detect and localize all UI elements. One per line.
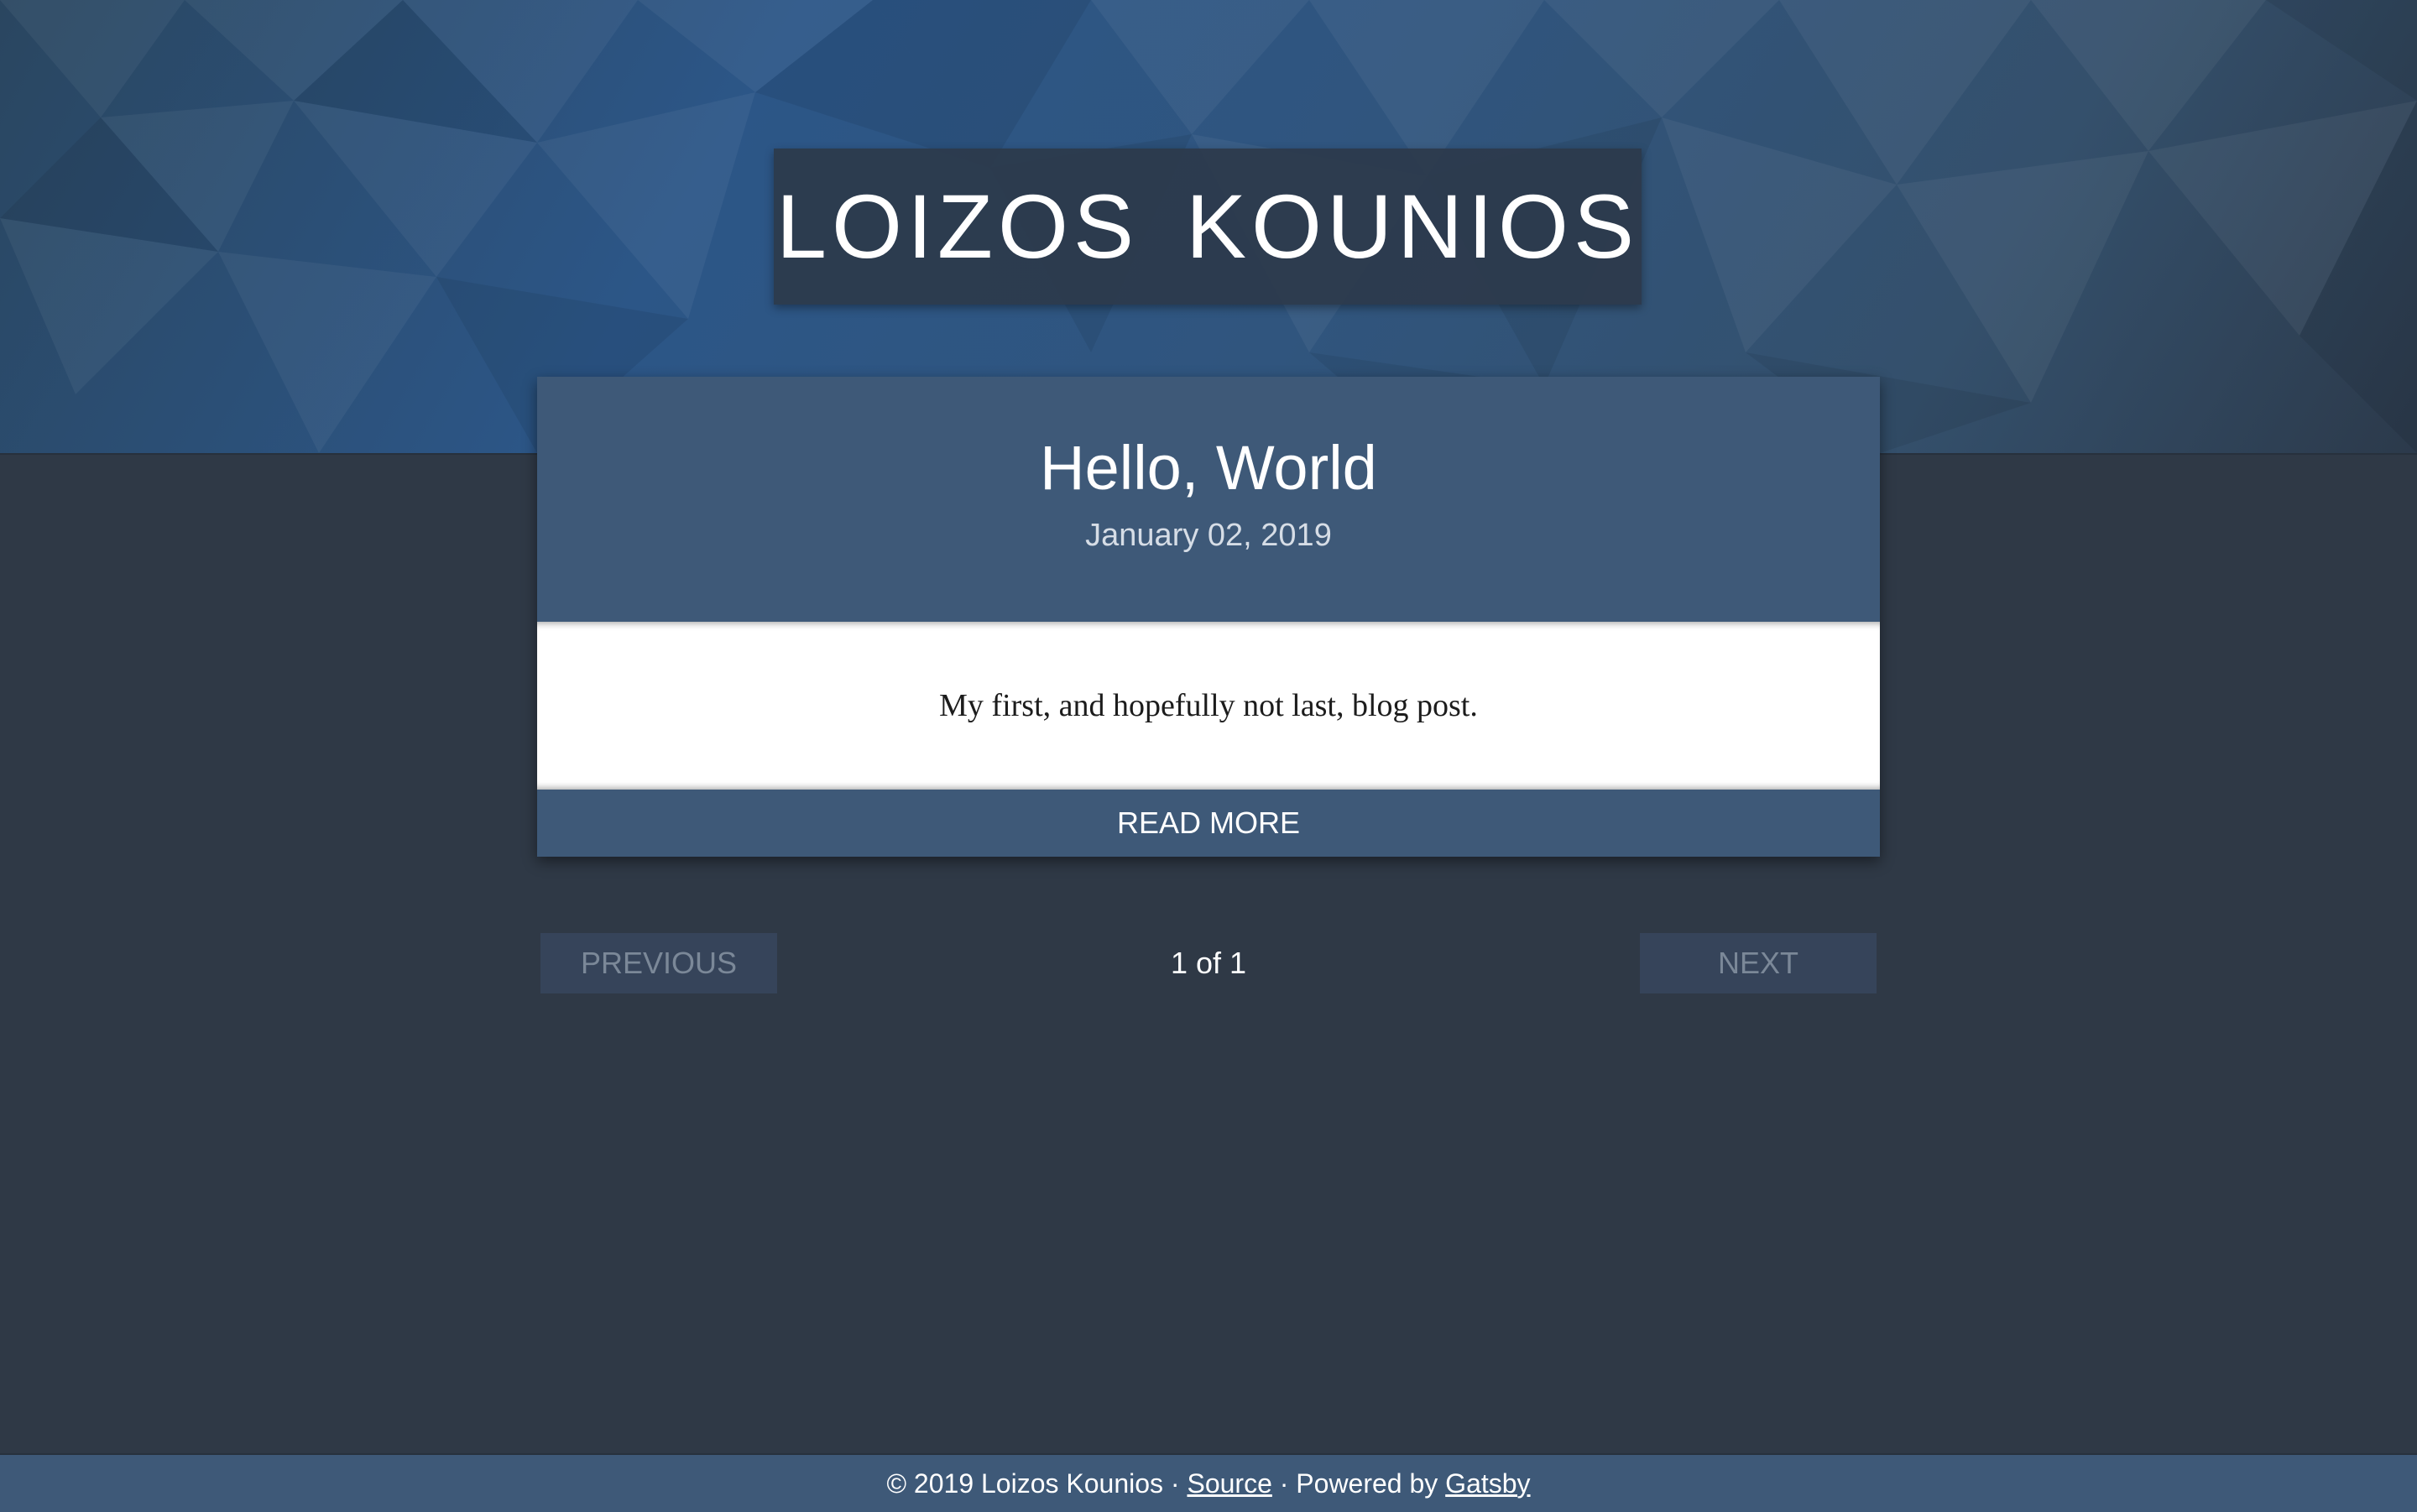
site-title-box[interactable]: LOIZOS KOUNIOS [774,149,1642,305]
source-link[interactable]: Source [1187,1468,1271,1499]
read-more-button[interactable]: READ MORE [537,790,1880,857]
gatsby-link[interactable]: Gatsby [1445,1468,1530,1499]
post-date: January 02, 2019 [1085,518,1332,553]
previous-page-button[interactable]: PREVIOUS [540,933,777,993]
site-footer: © 2019 Loizos Kounios · Source · Powered… [0,1453,2417,1512]
post-card-body: My first, and hopefully not last, blog p… [537,622,1880,790]
footer-separator: · [1163,1468,1188,1499]
footer-copyright: © 2019 Loizos Kounios [886,1468,1164,1499]
post-card-header: Hello, World January 02, 2019 [537,377,1880,622]
footer-powered-by: Powered by [1296,1468,1446,1499]
site-title[interactable]: LOIZOS KOUNIOS [776,181,1639,272]
post-card: Hello, World January 02, 2019 My first, … [537,377,1880,857]
post-excerpt: My first, and hopefully not last, blog p… [939,688,1478,723]
page-indicator: 1 of 1 [1170,946,1247,980]
next-page-button[interactable]: NEXT [1640,933,1877,993]
post-title[interactable]: Hello, World [537,437,1880,499]
footer-separator: · [1271,1468,1297,1499]
